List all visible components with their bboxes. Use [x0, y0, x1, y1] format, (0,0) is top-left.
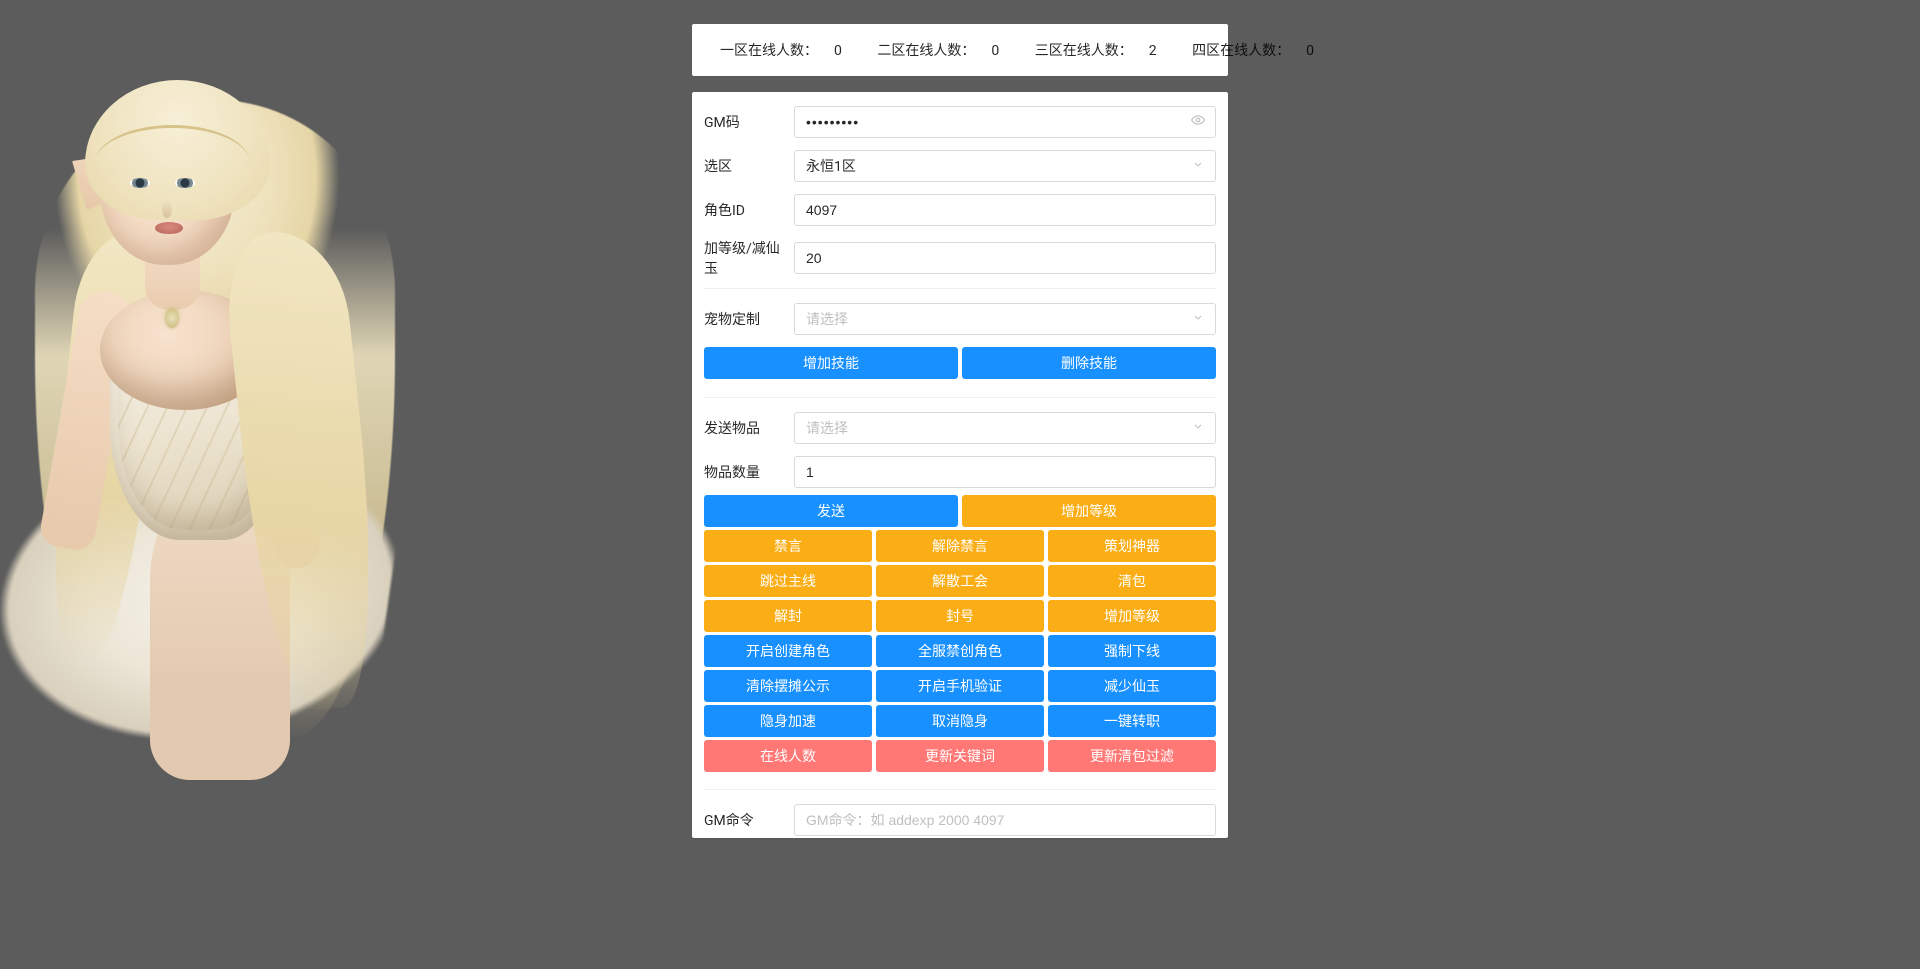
add-skill-button[interactable]: 增加技能 — [704, 347, 958, 379]
unban-button[interactable]: 解封 — [704, 600, 872, 632]
role-id-label: 角色ID — [704, 200, 794, 220]
pet-custom-placeholder: 请选择 — [806, 309, 848, 329]
item-qty-input[interactable] — [794, 456, 1216, 488]
reduce-xianyu-button[interactable]: 减少仙玉 — [1048, 670, 1216, 702]
send-item-select[interactable]: 请选择 — [794, 412, 1216, 444]
disband-guild-button[interactable]: 解散工会 — [876, 565, 1044, 597]
online-count-button[interactable]: 在线人数 — [704, 740, 872, 772]
chevron-down-icon — [1192, 159, 1204, 174]
chevron-down-icon — [1192, 312, 1204, 327]
clear-stall-notice-button[interactable]: 清除摆摊公示 — [704, 670, 872, 702]
pet-custom-select[interactable]: 请选择 — [794, 303, 1216, 335]
zone-select-label: 选区 — [704, 156, 794, 176]
delete-skill-button[interactable]: 删除技能 — [962, 347, 1216, 379]
zone4-label: 四区在线人数： — [1192, 43, 1290, 59]
zone3-value: 2 — [1149, 43, 1157, 59]
zone1-label: 一区在线人数： — [720, 43, 818, 59]
gm-form-card: GM码 选区 永恒1区 — [692, 92, 1228, 838]
zone-select[interactable]: 永恒1区 — [794, 150, 1216, 182]
add-level-button[interactable]: 增加等级 — [962, 495, 1216, 527]
skip-main-button[interactable]: 跳过主线 — [704, 565, 872, 597]
elf-illustration — [0, 40, 430, 800]
mute-button[interactable]: 禁言 — [704, 530, 872, 562]
add-level2-button[interactable]: 增加等级 — [1048, 600, 1216, 632]
stealth-speed-button[interactable]: 隐身加速 — [704, 705, 872, 737]
item-qty-label: 物品数量 — [704, 462, 794, 482]
role-id-input[interactable] — [794, 194, 1216, 226]
zone4-value: 0 — [1306, 43, 1314, 59]
chevron-down-icon — [1192, 421, 1204, 436]
level-input[interactable] — [794, 242, 1216, 274]
clear-bag-button[interactable]: 清包 — [1048, 565, 1216, 597]
update-clearbag-filter-button[interactable]: 更新清包过滤 — [1048, 740, 1216, 772]
disable-create-role-button[interactable]: 全服禁创角色 — [876, 635, 1044, 667]
send-item-placeholder: 请选择 — [806, 418, 848, 438]
update-keywords-button[interactable]: 更新关键词 — [876, 740, 1044, 772]
pet-custom-label: 宠物定制 — [704, 309, 794, 329]
zone3-label: 三区在线人数： — [1035, 43, 1133, 59]
ban-button[interactable]: 封号 — [876, 600, 1044, 632]
cancel-stealth-button[interactable]: 取消隐身 — [876, 705, 1044, 737]
unmute-button[interactable]: 解除禁言 — [876, 530, 1044, 562]
zone1-value: 0 — [834, 43, 842, 59]
zone-select-value: 永恒1区 — [806, 156, 856, 176]
send-item-label: 发送物品 — [704, 418, 794, 438]
gm-code-input[interactable] — [794, 106, 1216, 138]
enable-phone-verify-button[interactable]: 开启手机验证 — [876, 670, 1044, 702]
force-offline-button[interactable]: 强制下线 — [1048, 635, 1216, 667]
gm-command-label: GM命令 — [704, 810, 794, 830]
gm-command-input[interactable] — [794, 804, 1216, 836]
gm-code-label: GM码 — [704, 112, 794, 132]
one-key-class-button[interactable]: 一键转职 — [1048, 705, 1216, 737]
level-label: 加等级/减仙玉 — [704, 238, 794, 278]
enable-create-role-button[interactable]: 开启创建角色 — [704, 635, 872, 667]
zone2-value: 0 — [991, 43, 999, 59]
send-button[interactable]: 发送 — [704, 495, 958, 527]
online-status-card: 一区在线人数：0 二区在线人数：0 三区在线人数：2 四区在线人数：0 — [692, 24, 1228, 76]
planner-artifact-button[interactable]: 策划神器 — [1048, 530, 1216, 562]
zone2-label: 二区在线人数： — [877, 43, 975, 59]
